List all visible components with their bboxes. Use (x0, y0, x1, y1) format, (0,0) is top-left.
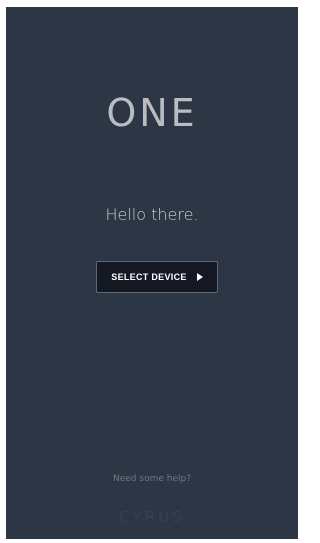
help-link[interactable]: Need some help? (6, 474, 298, 484)
select-device-label: SELECT DEVICE (111, 272, 187, 282)
brand-logo: CYRUS (119, 508, 185, 526)
app-screen: ONE Hello there. SELECT DEVICE Need some… (6, 7, 298, 539)
app-logo: ONE (106, 91, 198, 135)
select-device-button[interactable]: SELECT DEVICE (96, 261, 218, 293)
play-arrow-icon (196, 273, 203, 281)
greeting-text: Hello there. (105, 205, 199, 224)
